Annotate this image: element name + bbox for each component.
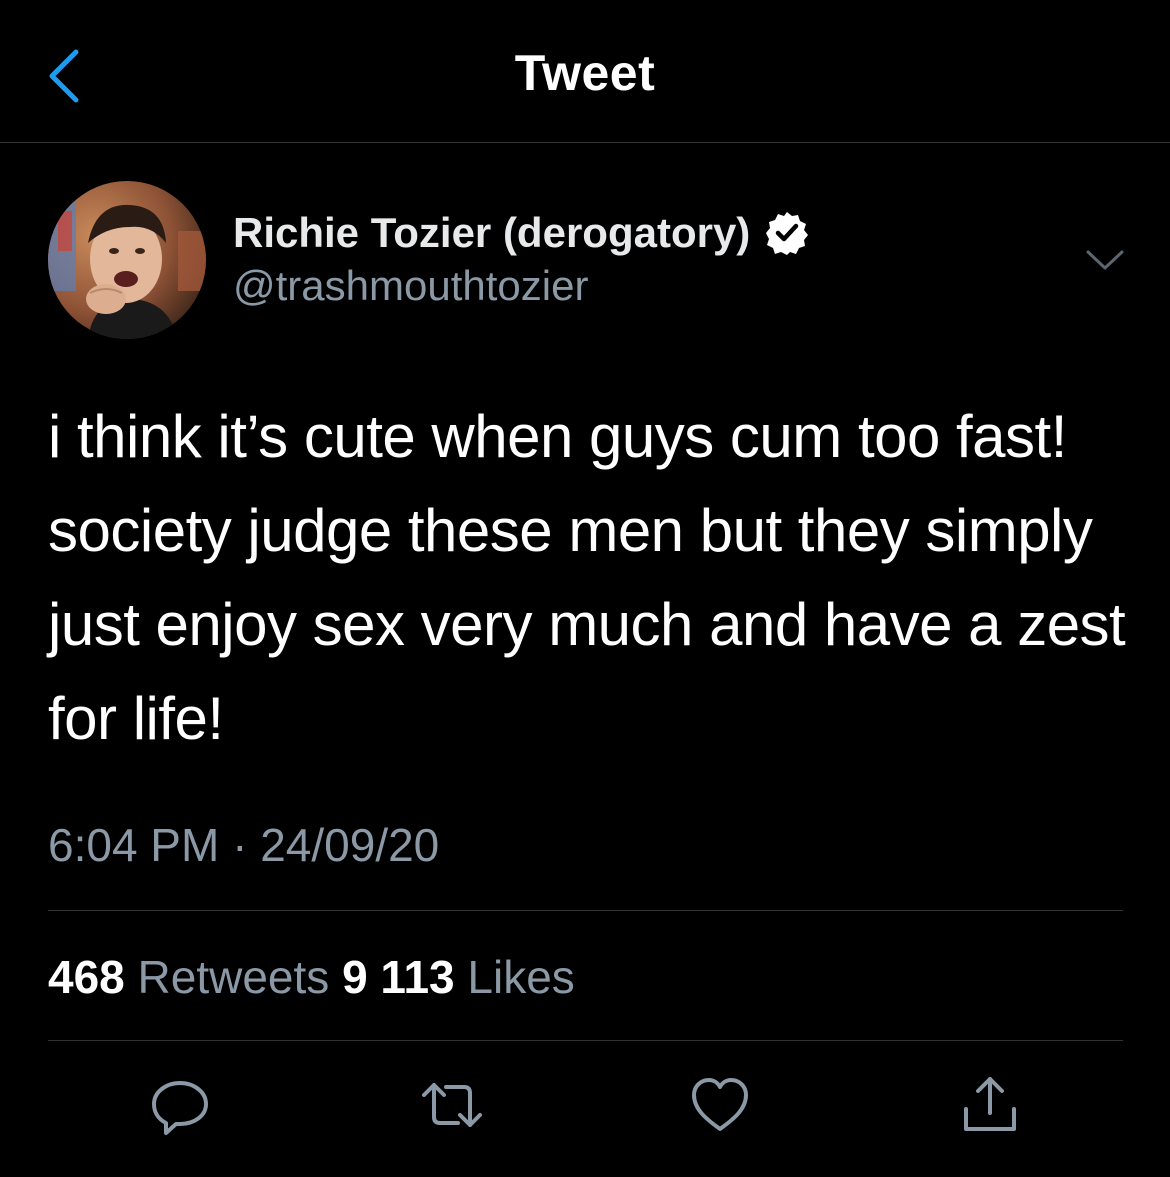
retweet-button[interactable] [420, 1073, 484, 1137]
tweet-timestamp: 6:04 PM · 24/09/20 [48, 818, 439, 872]
avatar[interactable] [48, 181, 206, 339]
tweet-time: 6:04 PM [48, 819, 220, 871]
share-icon [964, 1077, 1016, 1131]
page-title: Tweet [514, 45, 656, 101]
retweets-count: 468 [48, 951, 125, 1003]
likes-stat[interactable]: 9 113 Likes [342, 951, 575, 1003]
chevron-down-icon [1086, 250, 1124, 270]
likes-label: Likes [467, 951, 575, 1003]
profile-photo [48, 181, 206, 339]
tweet-text: i think it’s cute when guys cum too fast… [48, 403, 1126, 752]
retweets-label: Retweets [137, 951, 330, 1003]
divider [48, 910, 1123, 911]
tweet-stats: 468 Retweets 9 113 Likes [48, 950, 575, 1004]
reply-icon [152, 1081, 208, 1135]
divider [48, 1040, 1123, 1041]
author-name-row[interactable]: Richie Tozier (derogatory) [233, 205, 810, 261]
retweet-icon [422, 1083, 482, 1127]
timestamp-separator: · [232, 819, 248, 871]
retweets-stat[interactable]: 468 Retweets [48, 951, 342, 1003]
tweet-date: 24/09/20 [260, 819, 440, 871]
like-icon [692, 1078, 748, 1131]
author-handle[interactable]: @trashmouthtozier [233, 262, 588, 310]
verified-badge-icon [766, 212, 809, 255]
share-button[interactable] [958, 1073, 1022, 1137]
top-bar: Tweet [0, 0, 1170, 143]
likes-count: 9 113 [342, 951, 455, 1003]
reply-button[interactable] [148, 1073, 212, 1137]
display-name[interactable]: Richie Tozier (derogatory) [233, 209, 750, 257]
like-button[interactable] [688, 1073, 752, 1137]
more-options-button[interactable] [1084, 244, 1126, 274]
